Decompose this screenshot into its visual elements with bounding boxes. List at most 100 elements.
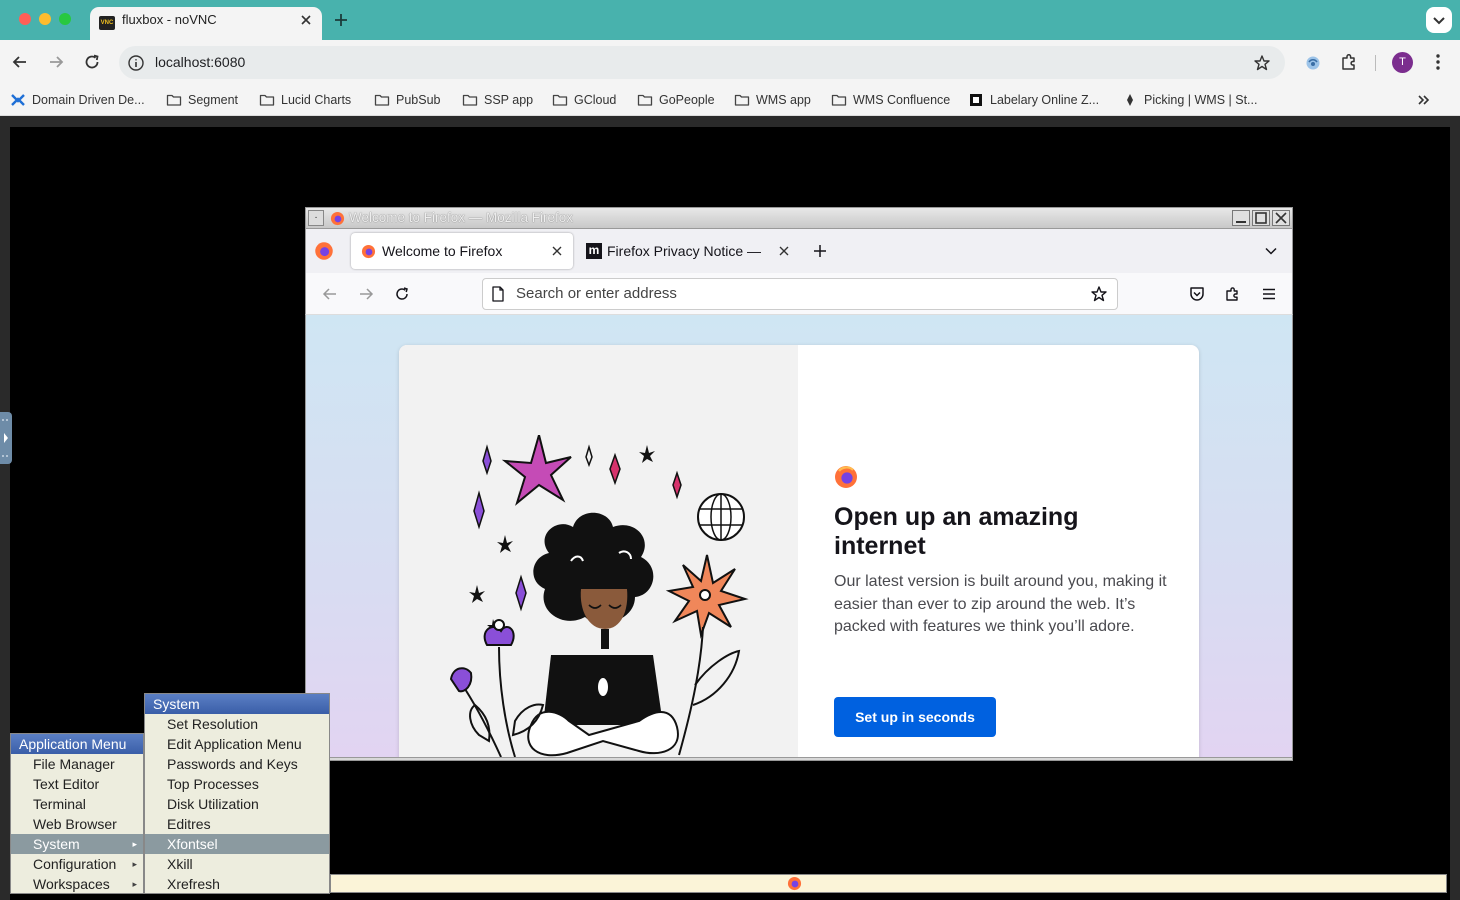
- fluxbox-toolbar: Welcome to Firefox — Mozilla Firefox: [330, 874, 1447, 893]
- menu-item-text-editor[interactable]: Text Editor: [11, 774, 143, 794]
- submenu-arrow-icon: ▸: [132, 839, 137, 849]
- application-menu-title: Application Menu: [11, 734, 143, 754]
- folder-icon: [831, 92, 847, 108]
- minimize-window-button[interactable]: [39, 13, 51, 25]
- system-submenu: System Set Resolution Edit Application M…: [144, 693, 330, 894]
- address-bar[interactable]: localhost:6080: [119, 46, 1285, 79]
- firefox-tab-bar: Welcome to Firefox m Firefox Privacy Not…: [305, 229, 1293, 273]
- firefox-window-title: Welcome to Firefox — Mozilla Firefox: [349, 210, 574, 225]
- folder-icon: [374, 92, 390, 108]
- menu-item-configuration[interactable]: Configuration ▸: [11, 854, 143, 874]
- window-minimize-button[interactable]: [1232, 210, 1250, 226]
- profile-avatar[interactable]: T: [1392, 52, 1413, 73]
- taskbar-item-firefox[interactable]: Welcome to Firefox — Mozilla Firefox: [787, 875, 1087, 892]
- welcome-body-text: Our latest version is built around you, …: [834, 573, 1167, 635]
- firefox-address-bar[interactable]: Search or enter address: [482, 278, 1118, 310]
- more-bookmarks-chevron-icon[interactable]: [1416, 92, 1432, 108]
- menu-item-disk-utilization[interactable]: Disk Utilization: [145, 794, 329, 814]
- firefox-navigation-bar: Search or enter address: [305, 273, 1293, 315]
- page-icon: [491, 286, 505, 302]
- menu-item-passwords-and-keys[interactable]: Passwords and Keys: [145, 754, 329, 774]
- tab-close-icon[interactable]: [298, 12, 314, 28]
- illustration-panel: [399, 345, 798, 758]
- folder-icon: [259, 92, 275, 108]
- extensions-icon[interactable]: [1224, 285, 1242, 303]
- menu-item-edit-application-menu[interactable]: Edit Application Menu: [145, 734, 329, 754]
- toolbar-divider: [1375, 55, 1376, 71]
- tab-close-icon[interactable]: [778, 245, 790, 257]
- address-placeholder: Search or enter address: [516, 285, 677, 302]
- mozilla-favicon-icon: m: [586, 243, 602, 259]
- forward-arrow-icon[interactable]: [46, 52, 66, 72]
- firefox-page-content: Open up an amazing internet Our latest v…: [305, 315, 1293, 758]
- firefox-window-border[interactable]: [305, 757, 1293, 761]
- close-window-button[interactable]: [19, 13, 31, 25]
- new-tab-plus-icon[interactable]: [332, 11, 350, 29]
- menu-item-file-manager[interactable]: File Manager: [11, 754, 143, 774]
- address-url: localhost:6080: [155, 54, 246, 70]
- menu-item-set-resolution[interactable]: Set Resolution: [145, 714, 329, 734]
- site-info-icon[interactable]: [127, 54, 145, 72]
- reload-icon[interactable]: [82, 52, 102, 72]
- folder-icon: [637, 92, 653, 108]
- application-menu: Application Menu File Manager Text Edito…: [10, 733, 144, 894]
- person-with-laptop-illustration: [439, 435, 759, 758]
- firefox-logo-icon: [330, 211, 345, 226]
- menu-item-top-processes[interactable]: Top Processes: [145, 774, 329, 794]
- reload-icon[interactable]: [393, 285, 411, 303]
- tab-title: Firefox Privacy Notice —: [607, 243, 762, 259]
- menu-item-web-browser[interactable]: Web Browser: [11, 814, 143, 834]
- submenu-arrow-icon: ▸: [132, 859, 137, 869]
- chrome-tab-title: fluxbox - noVNC: [122, 12, 217, 27]
- folder-icon: [734, 92, 750, 108]
- firefox-logo-icon: [834, 465, 858, 489]
- welcome-headline: Open up an amazing internet: [834, 503, 1079, 560]
- window-close-button[interactable]: [1272, 210, 1290, 226]
- folder-icon: [552, 92, 568, 108]
- setup-button[interactable]: Set up in seconds: [834, 697, 996, 737]
- hamburger-menu-icon[interactable]: [1260, 285, 1278, 303]
- folder-icon: [462, 92, 478, 108]
- window-maximize-button[interactable]: [1252, 210, 1270, 226]
- folder-icon: [166, 92, 182, 108]
- app-icon: [1122, 92, 1138, 108]
- back-arrow-icon[interactable]: [10, 52, 30, 72]
- chrome-toolbar: localhost:6080 T: [0, 40, 1460, 85]
- firefox-tab-welcome[interactable]: Welcome to Firefox: [351, 233, 573, 269]
- pocket-icon[interactable]: [1188, 285, 1206, 303]
- menu-item-xfontsel[interactable]: Xfontsel: [145, 834, 329, 854]
- extension-icon[interactable]: [1303, 53, 1323, 73]
- menu-item-terminal[interactable]: Terminal: [11, 794, 143, 814]
- system-submenu-title: System: [145, 694, 329, 714]
- welcome-card: Open up an amazing internet Our latest v…: [399, 345, 1199, 758]
- tab-title: Welcome to Firefox: [382, 243, 503, 259]
- novnc-favicon-icon: VNC: [99, 16, 115, 30]
- chrome-tabstrip: VNC fluxbox - noVNC: [0, 0, 1460, 40]
- menu-item-xrefresh[interactable]: Xrefresh: [145, 874, 329, 894]
- menu-item-workspaces[interactable]: Workspaces ▸: [11, 874, 143, 894]
- bookmarks-bar: Domain Driven De... Segment Lucid Charts…: [0, 85, 1460, 116]
- firefox-tab-privacy[interactable]: m Firefox Privacy Notice —: [581, 233, 793, 269]
- list-all-tabs-chevron-icon[interactable]: [1264, 244, 1278, 258]
- tab-close-icon[interactable]: [551, 245, 563, 257]
- bookmark-star-icon[interactable]: [1253, 54, 1271, 72]
- tab-search-button[interactable]: [1426, 7, 1452, 33]
- firefox-logo-icon: [787, 876, 802, 891]
- firefox-view-icon[interactable]: [314, 241, 334, 261]
- firefox-window-titlebar[interactable]: · Welcome to Firefox — Mozilla Firefox: [305, 207, 1293, 229]
- taskbar-item-title: Welcome to Firefox — Mozilla Firefox: [809, 876, 1009, 890]
- chrome-tab-active[interactable]: VNC fluxbox - noVNC: [90, 7, 322, 40]
- bookmark-star-icon[interactable]: [1090, 285, 1108, 303]
- forward-arrow-icon[interactable]: [357, 285, 375, 303]
- extensions-puzzle-icon[interactable]: [1339, 52, 1359, 72]
- app-icon: [968, 92, 984, 108]
- window-menu-button[interactable]: ·: [308, 210, 324, 226]
- zoom-window-button[interactable]: [59, 13, 71, 25]
- menu-item-editres[interactable]: Editres: [145, 814, 329, 834]
- kebab-menu-icon[interactable]: [1428, 52, 1448, 72]
- back-arrow-icon[interactable]: [321, 285, 339, 303]
- menu-item-xkill[interactable]: Xkill: [145, 854, 329, 874]
- novnc-control-handle[interactable]: [0, 412, 12, 464]
- menu-item-system[interactable]: System ▸: [11, 834, 143, 854]
- new-tab-plus-icon[interactable]: [812, 243, 828, 259]
